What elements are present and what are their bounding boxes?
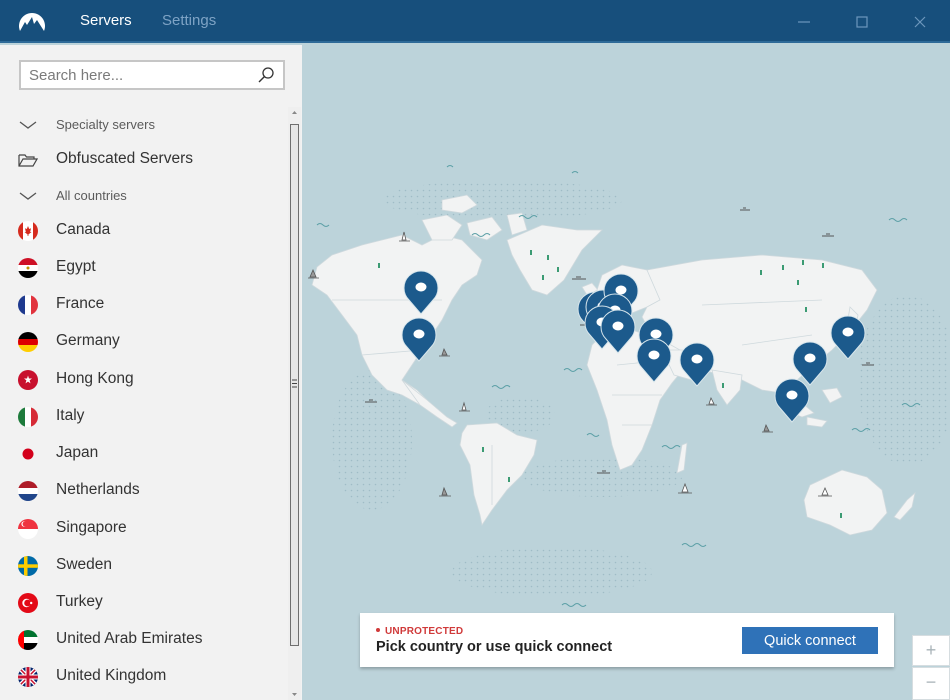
plus-icon: + — [925, 640, 937, 660]
location-pin-icon — [636, 338, 672, 383]
map-pin-united-arab-emirates[interactable] — [678, 342, 716, 388]
search-input[interactable] — [29, 65, 249, 85]
country-label: Singapore — [56, 519, 127, 536]
grip-icon — [292, 379, 297, 388]
map-pin-united-states[interactable] — [400, 317, 438, 363]
country-item-singapore[interactable]: Singapore — [0, 511, 288, 545]
nordvpn-logo-icon — [16, 9, 48, 33]
location-pin-icon — [403, 270, 439, 315]
minus-icon: − — [925, 672, 937, 692]
status-badge: UNPROTECTED — [376, 626, 463, 637]
location-pin-icon — [774, 378, 810, 423]
search-box[interactable] — [19, 60, 285, 90]
uae-flag-icon — [18, 630, 38, 650]
canada-flag-icon — [18, 221, 38, 241]
turkey-flag-icon — [18, 593, 38, 613]
maximize-icon — [856, 16, 868, 28]
location-pin-icon — [401, 317, 437, 362]
country-item-sweden[interactable]: Sweden — [0, 548, 288, 582]
zoom-out-button[interactable]: − — [912, 667, 950, 700]
germany-flag-icon — [18, 332, 38, 352]
country-label: Canada — [56, 221, 111, 238]
list-item-label: Obfuscated Servers — [56, 150, 193, 167]
section-header-specialty-servers[interactable]: Specialty servers — [0, 107, 288, 141]
france-flag-icon — [18, 295, 38, 315]
tab-settings[interactable]: Settings — [162, 12, 216, 29]
country-label: Italy — [56, 407, 85, 424]
connection-status-card: UNPROTECTED Pick country or use quick co… — [360, 613, 894, 667]
egypt-flag-icon — [18, 258, 38, 278]
country-item-united-arab-emirates[interactable]: United Arab Emirates — [0, 622, 288, 656]
ocean-texture — [452, 547, 652, 597]
world-map[interactable] — [302, 45, 950, 700]
country-label: Hong Kong — [56, 370, 134, 387]
country-label: United Arab Emirates — [56, 630, 203, 647]
minimize-icon — [798, 21, 810, 23]
singapore-flag-icon — [18, 519, 38, 539]
country-item-united-kingdom[interactable]: United Kingdom — [0, 659, 288, 693]
country-label: Japan — [56, 444, 99, 461]
ocean-texture — [522, 457, 682, 497]
tab-servers[interactable]: Servers — [80, 12, 132, 29]
country-item-egypt[interactable]: Egypt — [0, 250, 288, 284]
location-pin-icon — [600, 309, 636, 354]
map-pin-egypt[interactable] — [635, 338, 673, 384]
status-dot-icon — [376, 628, 380, 633]
country-label: Egypt — [56, 258, 96, 275]
section-header-all-countries[interactable]: All countries — [0, 178, 288, 212]
scrollbar-thumb[interactable] — [290, 124, 299, 646]
minimize-button[interactable] — [790, 8, 818, 36]
country-item-hong-kong[interactable]: Hong Kong — [0, 362, 288, 396]
location-pin-icon — [830, 315, 866, 360]
scroll-up-arrow-icon[interactable] — [292, 110, 297, 115]
location-pin-icon — [679, 342, 715, 387]
close-button[interactable] — [906, 8, 934, 36]
folder-icon — [18, 154, 38, 167]
country-item-germany[interactable]: Germany — [0, 324, 288, 358]
status-message: Pick country or use quick connect — [376, 639, 613, 655]
country-label: Turkey — [56, 593, 103, 610]
section-header-label: All countries — [56, 188, 127, 203]
sidebar: Specialty servers Obfuscated Servers All… — [0, 45, 302, 700]
country-label: Germany — [56, 332, 120, 349]
map-pin-canada[interactable] — [402, 270, 440, 316]
chevron-down-icon — [19, 192, 37, 200]
close-icon — [914, 16, 926, 28]
country-label: France — [56, 295, 105, 312]
country-item-france[interactable]: France — [0, 287, 288, 321]
map-pin-singapore[interactable] — [773, 378, 811, 424]
map-pin-japan[interactable] — [829, 315, 867, 361]
hong-kong-flag-icon — [18, 370, 38, 390]
status-state-text: UNPROTECTED — [385, 626, 464, 637]
country-label: Sweden — [56, 556, 113, 573]
search-icon[interactable] — [257, 66, 275, 84]
country-label: United Kingdom — [56, 667, 167, 684]
country-item-italy[interactable]: Italy — [0, 399, 288, 433]
chevron-down-icon — [19, 121, 37, 129]
country-item-japan[interactable]: Japan — [0, 436, 288, 470]
section-header-label: Specialty servers — [56, 117, 155, 132]
world-map-illustration — [308, 165, 950, 607]
title-bar: Servers Settings — [0, 0, 950, 43]
uk-flag-icon — [18, 667, 38, 687]
zoom-in-button[interactable]: + — [912, 635, 950, 666]
ocean-texture — [857, 295, 950, 465]
country-item-turkey[interactable]: Turkey — [0, 585, 288, 619]
quick-connect-button[interactable]: Quick connect — [742, 627, 878, 654]
scroll-down-arrow-icon[interactable] — [292, 692, 297, 697]
netherlands-flag-icon — [18, 481, 38, 501]
japan-flag-icon — [18, 444, 38, 464]
ocean-texture — [382, 180, 622, 220]
italy-flag-icon — [18, 407, 38, 427]
country-item-canada[interactable]: Canada — [0, 213, 288, 247]
map-pin-italy[interactable] — [599, 309, 637, 355]
sidebar-scrollbar[interactable] — [288, 107, 301, 700]
country-item-netherlands[interactable]: Netherlands — [0, 473, 288, 507]
sweden-flag-icon — [18, 556, 38, 576]
maximize-button[interactable] — [848, 8, 876, 36]
country-label: Netherlands — [56, 481, 140, 498]
list-item-obfuscated-servers[interactable]: Obfuscated Servers — [0, 142, 288, 176]
